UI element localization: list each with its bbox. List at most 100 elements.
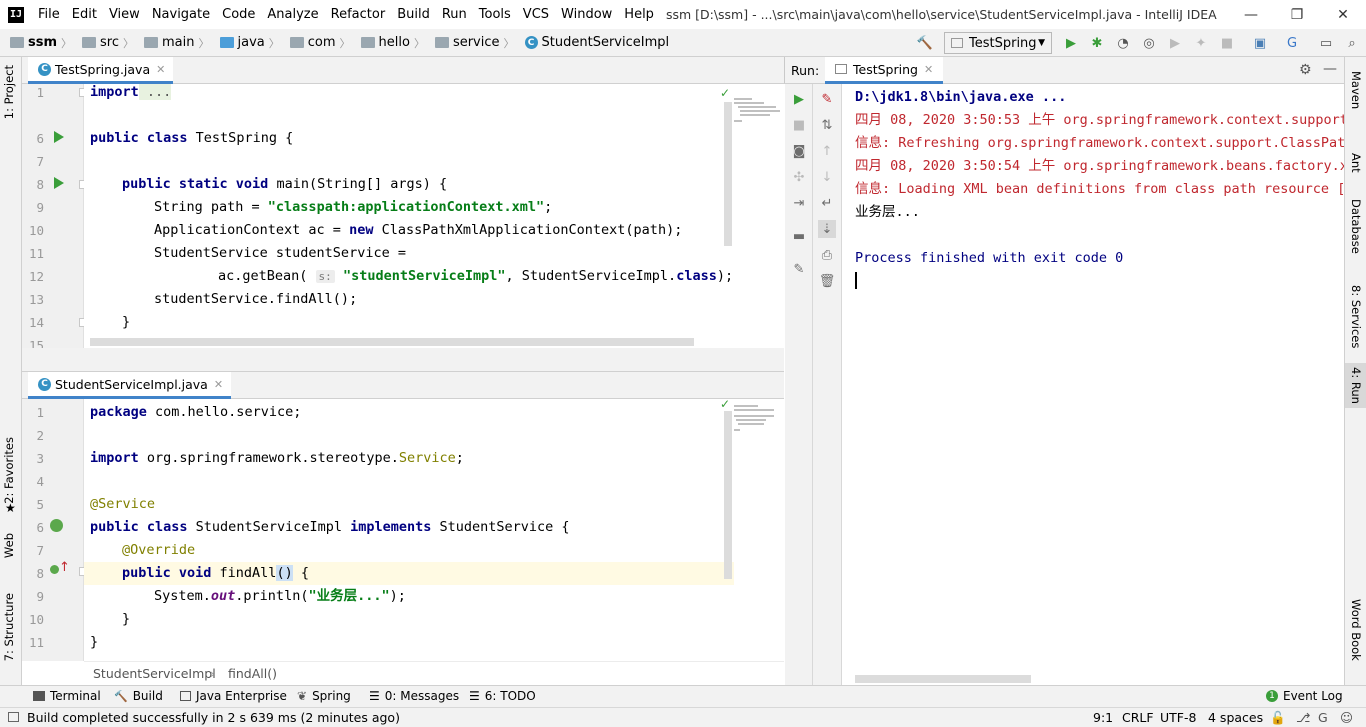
tab-testspring[interactable]: C TestSpring.java ✕ xyxy=(28,57,174,84)
camera-icon[interactable]: ◙ xyxy=(791,143,807,159)
presentation-icon[interactable]: ▭ xyxy=(1318,35,1334,51)
crumb-hello[interactable]: hello 〉 xyxy=(355,35,425,51)
git-icon[interactable]: ⎇ xyxy=(1296,710,1310,725)
print-icon[interactable]: ⎙ xyxy=(819,247,835,263)
sort-icon[interactable]: ⇅ xyxy=(819,117,835,133)
menu-edit[interactable]: Edit xyxy=(66,7,103,22)
close-window-button[interactable]: ✕ xyxy=(1320,0,1366,29)
run-tool-tab[interactable]: 4: Run xyxy=(1345,363,1366,408)
menu-help[interactable]: Help xyxy=(618,7,660,22)
threads-icon[interactable]: ✣ xyxy=(791,169,807,185)
profile-icon[interactable]: ◎ xyxy=(1141,35,1157,51)
favorites-tool-tab[interactable]: 2: Favorites xyxy=(2,437,16,504)
project-tool-tab[interactable]: 1: Project xyxy=(2,65,16,119)
project-structure-icon[interactable]: ▣ xyxy=(1252,35,1268,51)
run-gutter-icon[interactable] xyxy=(54,131,64,143)
code-editor-studentserviceimpl[interactable]: package com.hello.service; import org.sp… xyxy=(84,399,784,661)
rerun-icon[interactable]: ▶ xyxy=(1167,35,1183,51)
implementing-gutter-icon[interactable] xyxy=(50,565,59,574)
todo-tool-button[interactable]: ☰ 6: TODO xyxy=(469,689,536,703)
inspector-icon[interactable]: ☺ xyxy=(1340,710,1353,725)
line-separator[interactable]: CRLF xyxy=(1122,710,1154,725)
exit-icon[interactable]: ⇥ xyxy=(791,195,807,211)
status-message[interactable]: Build completed successfully in 2 s 639 … xyxy=(27,710,400,725)
up-arrow-icon[interactable]: ↑ xyxy=(819,143,835,159)
menu-navigate[interactable]: Navigate xyxy=(146,7,216,22)
tab-studentserviceimpl[interactable]: C StudentServiceImpl.java ✕ xyxy=(28,372,232,399)
menu-file[interactable]: File xyxy=(32,7,66,22)
terminal-tool-button[interactable]: Terminal xyxy=(33,689,101,703)
horizontal-scrollbar[interactable] xyxy=(855,675,1031,683)
close-tab-icon[interactable]: ✕ xyxy=(214,378,223,391)
wordbook-tool-tab[interactable]: Word Book xyxy=(1349,599,1363,661)
settings-gear-icon[interactable]: ⚙ xyxy=(1299,62,1312,78)
menu-code[interactable]: Code xyxy=(216,7,261,22)
crumb-src[interactable]: src 〉 xyxy=(76,35,134,51)
services-tool-tab[interactable]: 8: Services xyxy=(1349,285,1363,348)
editor-splitter[interactable] xyxy=(22,348,784,372)
soft-wrap-icon[interactable]: ↵ xyxy=(819,195,835,211)
menu-refactor[interactable]: Refactor xyxy=(325,7,392,22)
vertical-scrollbar[interactable] xyxy=(724,411,732,579)
coverage-icon[interactable]: ◔ xyxy=(1115,35,1131,51)
build-tool-button[interactable]: 🔨 Build xyxy=(114,689,163,703)
attach-icon[interactable]: ✦ xyxy=(1193,35,1209,51)
google-icon[interactable]: G xyxy=(1318,710,1328,725)
menu-view[interactable]: View xyxy=(103,7,146,22)
lock-icon[interactable]: 🔓 xyxy=(1270,710,1286,726)
java-enterprise-tool-button[interactable]: Java Enterprise xyxy=(180,689,287,703)
menu-run[interactable]: Run xyxy=(436,7,473,22)
web-tool-tab[interactable]: Web xyxy=(2,533,16,558)
menu-build[interactable]: Build xyxy=(391,7,436,22)
search-everywhere-icon[interactable]: ⌕ xyxy=(1344,35,1360,51)
database-tool-tab[interactable]: Database xyxy=(1349,199,1363,254)
crumb-class[interactable]: C StudentServiceImpl xyxy=(519,35,669,50)
run-configuration-select[interactable]: TestSpring ▼ xyxy=(944,32,1052,54)
file-encoding[interactable]: UTF-8 xyxy=(1160,710,1196,725)
toggle-tool-windows-icon[interactable] xyxy=(8,712,19,722)
ant-tool-tab[interactable]: Ant xyxy=(1349,153,1363,173)
layout-icon[interactable]: ▬ xyxy=(791,228,807,244)
run-icon[interactable]: ▶ xyxy=(1063,35,1079,51)
run-console-output[interactable]: D:\jdk1.8\bin\java.exe ... 四月 08, 2020 3… xyxy=(843,84,1344,685)
crumb-service[interactable]: service 〉 xyxy=(429,35,515,51)
caret-position[interactable]: 9:1 xyxy=(1093,710,1113,725)
run-gutter-icon[interactable] xyxy=(54,177,64,189)
stop-icon[interactable]: ■ xyxy=(791,117,807,133)
restore-button[interactable]: ❐ xyxy=(1274,0,1320,29)
pin-icon[interactable]: ✎ xyxy=(791,261,807,277)
horizontal-scrollbar[interactable] xyxy=(90,338,694,346)
menu-analyze[interactable]: Analyze xyxy=(261,7,324,22)
build-hammer-icon[interactable]: 🔨 xyxy=(917,35,933,51)
breadcrumb-class[interactable]: StudentServiceImpl xyxy=(93,666,216,681)
crumb-java[interactable]: java 〉 xyxy=(214,35,280,51)
rerun-icon[interactable]: ▶ xyxy=(791,91,807,107)
menu-tools[interactable]: Tools xyxy=(473,7,517,22)
structure-tool-tab[interactable]: 7: Structure xyxy=(2,593,16,661)
stop-icon[interactable]: ■ xyxy=(1219,35,1235,51)
hide-panel-icon[interactable]: — xyxy=(1323,61,1337,77)
menu-window[interactable]: Window xyxy=(555,7,618,22)
close-tab-icon[interactable]: ✕ xyxy=(156,63,165,76)
clear-red-icon[interactable]: ✎ xyxy=(819,91,835,107)
spring-tool-button[interactable]: ❦ Spring xyxy=(297,689,351,703)
menu-vcs[interactable]: VCS xyxy=(517,7,555,22)
override-arrow-icon[interactable]: ↑ xyxy=(59,560,70,575)
close-tab-icon[interactable]: ✕ xyxy=(924,63,933,76)
crumb-com[interactable]: com 〉 xyxy=(284,35,351,51)
breadcrumb-method[interactable]: findAll() xyxy=(228,666,277,681)
debug-icon[interactable]: ✱ xyxy=(1089,35,1105,51)
trash-icon[interactable]: 🗑 xyxy=(819,273,836,289)
translate-icon[interactable]: G xyxy=(1284,35,1300,51)
crumb-main[interactable]: main 〉 xyxy=(138,35,210,51)
run-tab-testspring[interactable]: TestSpring ✕ xyxy=(825,57,944,84)
minimize-button[interactable]: — xyxy=(1228,0,1274,29)
vertical-scrollbar[interactable] xyxy=(724,102,732,246)
messages-tool-button[interactable]: ☰ 0: Messages xyxy=(369,689,459,703)
maven-tool-tab[interactable]: Maven xyxy=(1349,71,1363,109)
crumb-project[interactable]: ssm 〉 xyxy=(4,35,72,51)
code-editor-testspring[interactable]: import ... public class TestSpring { pub… xyxy=(84,84,784,348)
scroll-to-end-icon[interactable]: ⇣ xyxy=(818,220,836,238)
implemented-gutter-icon[interactable] xyxy=(50,519,63,532)
indent-setting[interactable]: 4 spaces xyxy=(1208,710,1263,725)
